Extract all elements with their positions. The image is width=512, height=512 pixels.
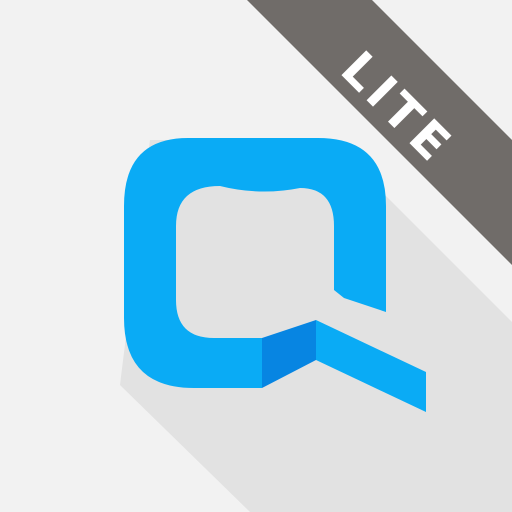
- app-icon: LITE: [0, 0, 512, 512]
- app-icon-artwork: LITE: [120, 0, 512, 512]
